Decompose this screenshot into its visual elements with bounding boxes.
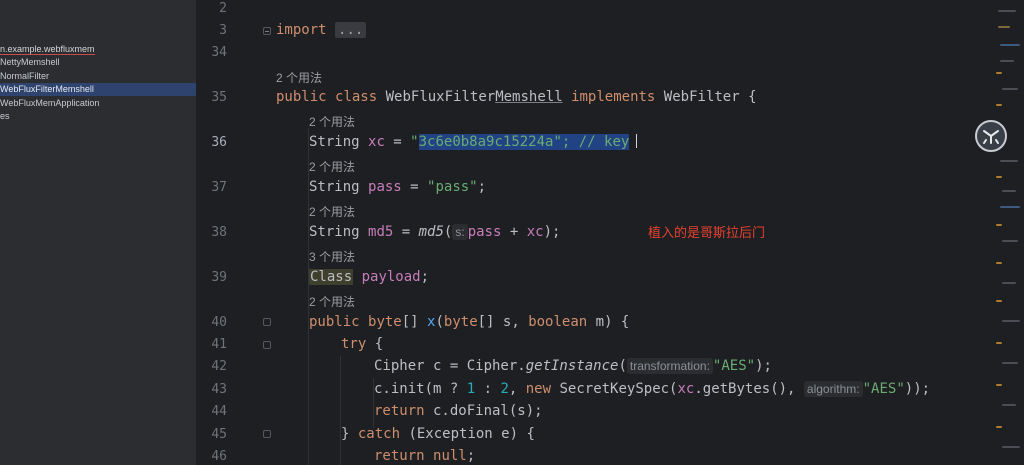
tree-item-webfluxmemapplication[interactable]: WebFluxMemApplication [0, 97, 196, 110]
tree-item-normalfilter[interactable]: NormalFilter [0, 70, 196, 83]
usage-hint[interactable]: 2 个用法 [276, 69, 322, 86]
line-number: 43 [211, 382, 227, 397]
minimap-line [996, 224, 1002, 226]
param-hint: algorithm: [803, 381, 863, 397]
minimap-line [996, 426, 1002, 428]
fold-toggle-icon[interactable] [263, 341, 271, 349]
line-number: 34 [211, 45, 227, 60]
line-number: 2 [219, 1, 227, 16]
minimap-line [996, 300, 1002, 302]
line-number: 35 [211, 90, 227, 105]
tree-item-resources[interactable]: es [0, 110, 196, 123]
minimap-line [998, 10, 1016, 12]
selected-text[interactable]: 3c6e0b8a9c15224a"; // key [418, 134, 630, 150]
line-number: 42 [211, 359, 227, 374]
logo-icon [983, 130, 999, 144]
line-number: 39 [211, 270, 227, 285]
minimap-line [996, 384, 1002, 386]
code-editor[interactable]: 2 3 34 35 36 37 38 39 40 41 42 43 44 45 … [197, 0, 993, 465]
code-line-import[interactable]: import ... [276, 19, 367, 41]
code-line-init[interactable]: c.init(m ? 1 : 2, new SecretKeySpec(xc.g… [374, 378, 930, 400]
minimap-line [996, 262, 1002, 264]
minimap-line [1002, 446, 1020, 448]
fold-toggle-icon[interactable] [263, 430, 271, 438]
fold-toggle-icon[interactable] [263, 318, 271, 326]
text-cursor-icon [636, 134, 642, 148]
line-number-current: 36 [211, 135, 227, 150]
minimap-line [1000, 160, 1018, 162]
code-line-class-decl[interactable]: public class WebFluxFilterMemshell imple… [276, 86, 757, 108]
usage-hint[interactable]: 2 个用法 [309, 203, 355, 220]
code-line-pass[interactable]: String pass = "pass"; [309, 176, 486, 198]
line-number: 3 [219, 23, 227, 38]
minimap-line [1000, 60, 1014, 62]
code-line-cipher[interactable]: Cipher c = Cipher.getInstance(transforma… [374, 355, 772, 377]
minimap-line [1002, 320, 1020, 322]
minimap-line [996, 342, 1002, 344]
usage-hint[interactable]: 2 个用法 [309, 158, 355, 175]
code-line-return-null[interactable]: return null; [374, 445, 475, 465]
minimap-line [1002, 362, 1018, 364]
code-line-method-x[interactable]: public byte[] x(byte[] s, boolean m) { [309, 311, 629, 333]
tree-item-nettymemshell[interactable]: NettyMemshell [0, 56, 196, 69]
assistant-avatar[interactable] [975, 120, 1007, 152]
param-hint: s: [452, 224, 468, 240]
usage-hint[interactable]: 2 个用法 [309, 113, 355, 130]
line-number: 44 [211, 404, 227, 419]
fold-toggle-icon[interactable] [263, 27, 271, 35]
code-line-return-dofinal[interactable]: return c.doFinal(s); [374, 400, 543, 422]
import-fold[interactable]: ... [335, 22, 367, 38]
minimap-line [1002, 190, 1016, 192]
code-line-try[interactable]: try { [341, 333, 383, 355]
line-number: 45 [211, 427, 227, 442]
annotation-text: 植入的是哥斯拉后门 [648, 225, 766, 240]
minimap-line [1002, 404, 1016, 406]
line-number: 38 [211, 225, 227, 240]
line-number: 46 [211, 449, 227, 464]
minimap-line [1002, 88, 1018, 90]
minimap-line [1002, 240, 1018, 242]
editor-minimap[interactable] [994, 0, 1024, 465]
tree-item-webfluxfiltermemshell[interactable]: WebFluxFilterMemshell [0, 83, 196, 96]
line-number: 37 [211, 180, 227, 195]
minimap-line [996, 176, 1002, 178]
indent-guide [340, 356, 341, 465]
param-hint: transformation: [626, 358, 713, 374]
usage-hint[interactable]: 2 个用法 [309, 293, 355, 310]
minimap-line [1002, 282, 1016, 284]
code-line-payload[interactable]: Class payload; [309, 266, 429, 288]
minimap-line [998, 26, 1010, 28]
usage-hint[interactable]: 3 个用法 [309, 248, 355, 265]
line-number: 41 [211, 337, 227, 352]
minimap-line [1000, 206, 1020, 208]
tree-item-label: n.example.webfluxmem [0, 44, 95, 55]
line-number: 40 [211, 315, 227, 330]
tree-item-package[interactable]: n.example.webfluxmem [0, 43, 196, 56]
minimap-line [996, 104, 1002, 106]
minimap-line [996, 72, 1002, 74]
code-line-xc[interactable]: String xc = "3c6e0b8a9c15224a"; // key [309, 131, 630, 153]
project-tree-panel: n.example.webfluxmem NettyMemshell Norma… [0, 0, 197, 465]
code-line-md5[interactable]: String md5 = md5(s: pass + xc); [309, 221, 560, 243]
minimap-line [1000, 44, 1020, 46]
code-line-catch[interactable]: } catch (Exception e) { [341, 423, 535, 445]
